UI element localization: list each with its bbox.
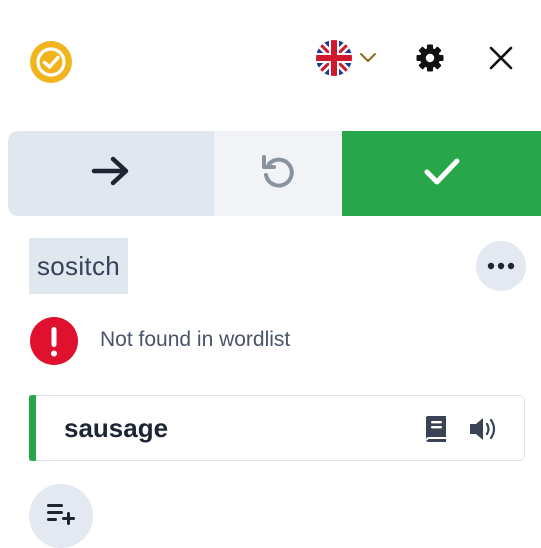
suggestion-accent-bar bbox=[29, 394, 36, 461]
undo-icon bbox=[258, 151, 298, 196]
gear-icon bbox=[415, 43, 445, 78]
suggestion-word: sausage bbox=[64, 413, 169, 443]
uk-flag-icon bbox=[315, 39, 353, 82]
arrow-right-icon bbox=[91, 155, 131, 192]
more-dots-icon bbox=[486, 257, 516, 275]
checkmark-icon bbox=[422, 155, 462, 192]
accept-button[interactable] bbox=[342, 131, 541, 216]
add-to-list-icon bbox=[46, 501, 76, 532]
check-badge-icon bbox=[29, 40, 73, 84]
close-icon bbox=[487, 44, 515, 77]
speaker-icon[interactable] bbox=[468, 415, 500, 443]
book-icon[interactable] bbox=[422, 415, 450, 443]
add-to-list-button[interactable] bbox=[29, 484, 93, 548]
more-options-button[interactable] bbox=[476, 241, 526, 291]
exclamation-icon bbox=[29, 316, 79, 366]
suggestion-card[interactable]: sausage bbox=[29, 394, 525, 461]
action-bar bbox=[8, 131, 541, 216]
next-button[interactable] bbox=[8, 131, 214, 216]
undo-button[interactable] bbox=[214, 131, 342, 216]
chevron-down-icon bbox=[359, 51, 377, 69]
language-selector[interactable] bbox=[315, 39, 381, 82]
settings-button[interactable] bbox=[412, 42, 448, 78]
status-message: Not found in wordlist bbox=[100, 328, 291, 351]
entered-word: sositch bbox=[29, 238, 129, 294]
close-button[interactable] bbox=[483, 42, 519, 78]
